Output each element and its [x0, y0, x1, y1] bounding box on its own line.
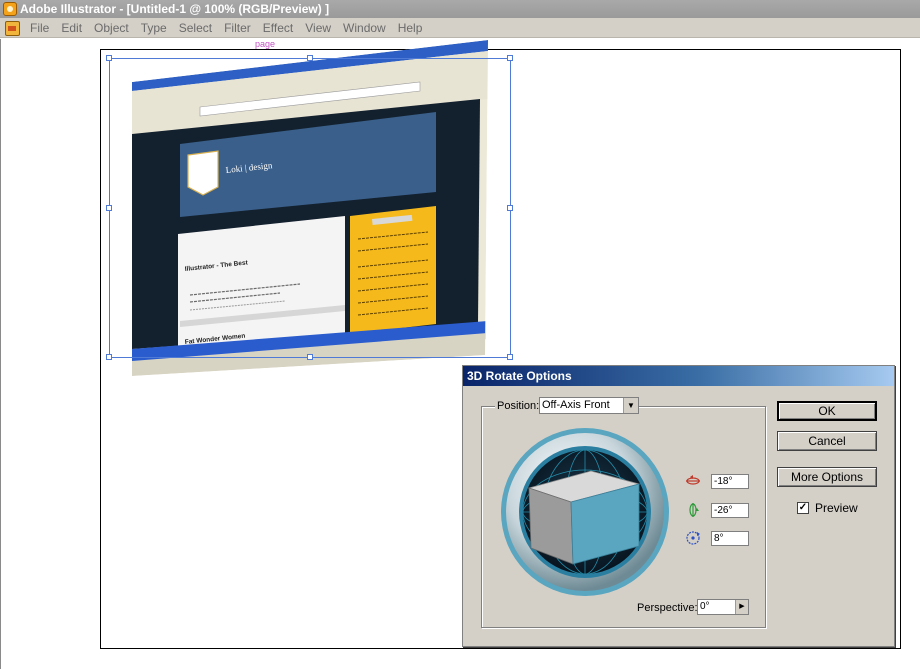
- illustrator-window: Adobe Illustrator - [Untitled-1 @ 100% (…: [0, 0, 920, 669]
- selection-handle[interactable]: [507, 205, 513, 211]
- more-options-button[interactable]: More Options: [777, 467, 877, 487]
- z-rotation-input[interactable]: 8°: [711, 530, 749, 546]
- menu-type[interactable]: Type: [135, 18, 173, 38]
- selection-handle[interactable]: [106, 55, 112, 61]
- menu-effect[interactable]: Effect: [257, 18, 299, 38]
- menu-bar: File Edit Object Type Select Filter Effe…: [0, 18, 920, 38]
- illustrator-app-icon: [3, 2, 17, 16]
- rotation-trackball[interactable]: [499, 426, 671, 598]
- perspective-input[interactable]: 0° ▶: [697, 599, 749, 615]
- y-axis-rotation-icon: [689, 503, 699, 517]
- menu-edit[interactable]: Edit: [55, 18, 88, 38]
- menu-view[interactable]: View: [299, 18, 337, 38]
- chevron-right-icon[interactable]: ▶: [735, 600, 748, 614]
- position-label: Position:: [495, 400, 542, 412]
- selection-handle[interactable]: [507, 55, 513, 61]
- menu-file[interactable]: File: [24, 18, 55, 38]
- perspective-label: Perspective:: [637, 602, 698, 614]
- z-axis-row: 8°: [685, 530, 749, 546]
- menu-filter[interactable]: Filter: [218, 18, 257, 38]
- selection-handle[interactable]: [106, 354, 112, 360]
- x-axis-row: -18°: [685, 473, 749, 489]
- z-axis-rotation-icon: [686, 531, 700, 545]
- menu-object[interactable]: Object: [88, 18, 135, 38]
- position-value: Off-Axis Front: [542, 399, 610, 411]
- menu-help[interactable]: Help: [392, 18, 429, 38]
- chevron-down-icon[interactable]: ▼: [623, 398, 638, 413]
- preview-label: Preview: [815, 501, 858, 515]
- cancel-button[interactable]: Cancel: [777, 431, 877, 451]
- title-bar: Adobe Illustrator - [Untitled-1 @ 100% (…: [0, 0, 920, 18]
- perspective-value: 0°: [700, 601, 710, 612]
- position-select[interactable]: Off-Axis Front ▼: [539, 397, 639, 414]
- ok-button[interactable]: OK: [777, 401, 877, 421]
- selection-bounding-box[interactable]: [109, 58, 511, 358]
- menu-select[interactable]: Select: [173, 18, 218, 38]
- selection-handle[interactable]: [507, 354, 513, 360]
- preview-checkbox[interactable]: ✓: [797, 502, 809, 514]
- selection-handle[interactable]: [307, 55, 313, 61]
- y-axis-row: -26°: [685, 502, 749, 518]
- document-icon[interactable]: [4, 20, 20, 36]
- dialog-title[interactable]: 3D Rotate Options: [463, 366, 894, 386]
- selection-handle[interactable]: [106, 205, 112, 211]
- selection-handle[interactable]: [307, 354, 313, 360]
- menu-window[interactable]: Window: [337, 18, 392, 38]
- preview-option: ✓ Preview: [797, 501, 858, 515]
- x-rotation-input[interactable]: -18°: [711, 473, 749, 489]
- x-axis-rotation-icon: [686, 475, 700, 485]
- window-title: Adobe Illustrator - [Untitled-1 @ 100% (…: [20, 2, 330, 16]
- y-rotation-input[interactable]: -26°: [711, 502, 749, 518]
- 3d-rotate-options-dialog: 3D Rotate Options Position: Off-Axis Fro…: [462, 365, 895, 647]
